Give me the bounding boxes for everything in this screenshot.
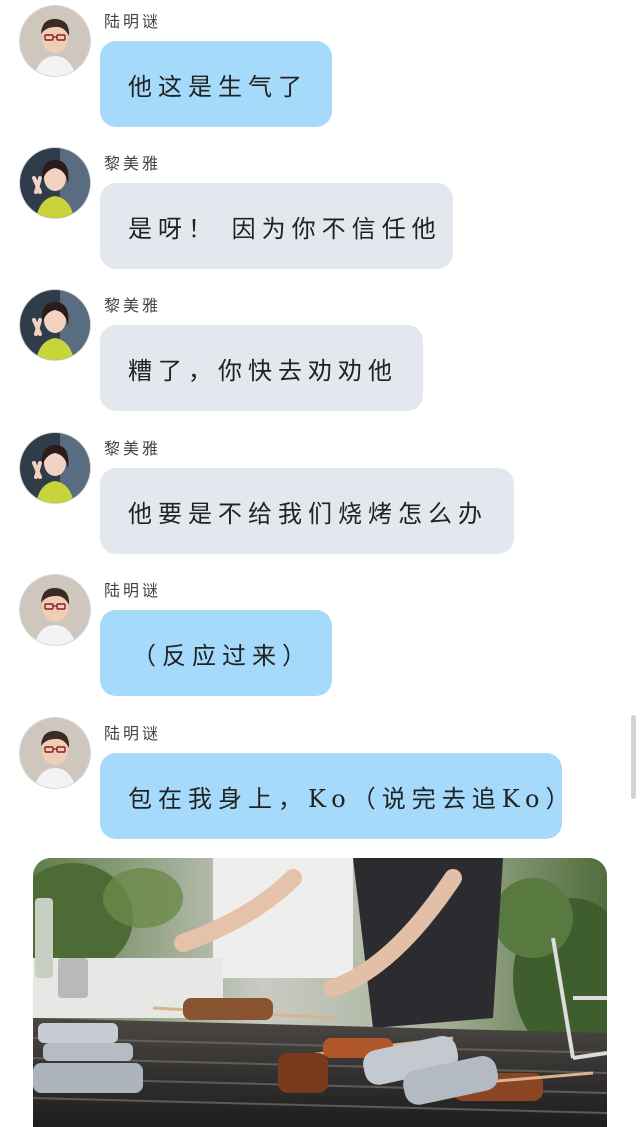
female-avatar[interactable] [20,148,90,218]
male-avatar[interactable] [20,575,90,645]
message-bubble[interactable]: 包在我身上，Ko（说完去追Ko） [100,753,569,839]
message-bubble[interactable]: 他要是不给我们烧烤怎么办 [100,468,514,554]
scrollbar[interactable] [631,715,636,799]
sender-name: 陆明谜 [104,724,162,743]
message-bubble[interactable]: 他这是生气了 [100,41,332,127]
sender-name: 陆明谜 [104,581,162,600]
sender-name: 黎美雅 [104,296,162,315]
male-avatar[interactable] [20,718,90,788]
sender-name: 黎美雅 [104,154,162,173]
sender-name: 陆明谜 [104,12,162,31]
female-avatar[interactable] [20,290,90,360]
message-bubble[interactable]: 糟了，你快去劝劝他 [100,325,423,411]
message-bubble[interactable]: 是呀！ 因为你不信任他 [100,183,453,269]
sender-name: 黎美雅 [104,439,162,458]
barbecue-grill-image [33,858,607,1127]
message-bubble[interactable]: （反应过来） [100,610,332,696]
barbecue-photo[interactable] [33,858,607,1127]
female-avatar[interactable] [20,433,90,503]
male-avatar[interactable] [20,6,90,76]
